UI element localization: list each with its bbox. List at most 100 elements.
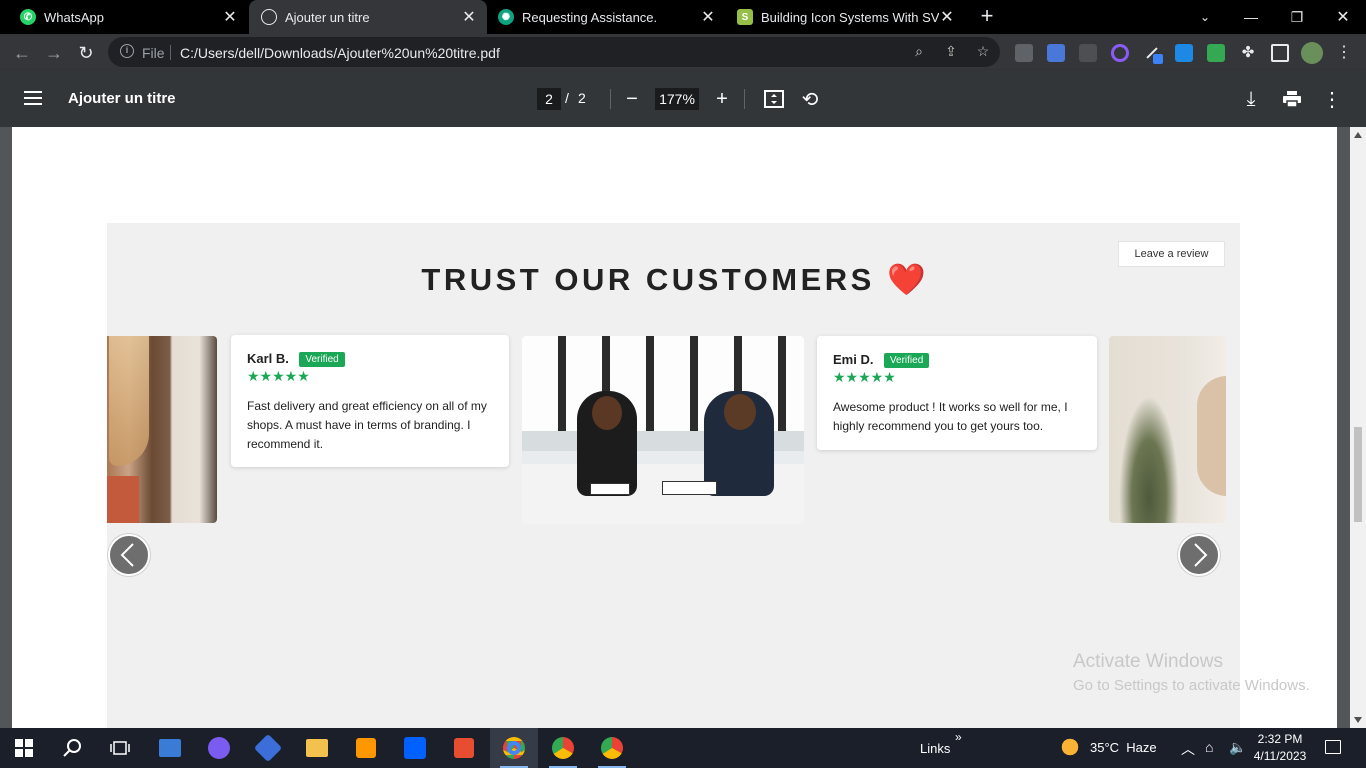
scrollbar-thumb[interactable] [1354,427,1362,522]
pdf-viewport[interactable]: Leave a review TRUST OUR CUSTOMERS ❤️ Ka… [0,127,1350,728]
review-text: Awesome product ! It works so well for m… [833,400,1068,433]
shopify-icon: S [737,9,753,25]
whatsapp-icon: ✆ [20,9,36,25]
puzzle-icon[interactable]: ✤ [1239,44,1257,62]
vertical-scrollbar[interactable] [1350,127,1366,728]
restore-button[interactable]: ❐ [1274,0,1320,34]
dropbox-icon[interactable] [391,728,439,768]
chatgpt-icon: ✺ [498,9,514,25]
google-translate-icon[interactable] [1047,44,1065,62]
weather-text[interactable]: 35°C Haze [1090,740,1157,755]
review-text: Fast delivery and great efficiency on al… [247,399,487,451]
close-tab-icon[interactable]: ✕ [461,7,477,27]
verified-badge: Verified [883,353,930,368]
reload-icon[interactable]: ↻ [73,40,99,66]
print-icon[interactable] [1280,87,1304,111]
tab-ajouter[interactable]: Ajouter un titre ✕ [249,0,487,34]
share-icon[interactable]: ⇪ [943,43,959,59]
watermark-title: Activate Windows [1073,651,1223,672]
power-automate-icon[interactable] [244,728,292,768]
verified-badge: Verified [299,352,345,367]
app-window-icon[interactable] [146,728,194,768]
close-tab-icon[interactable]: ✕ [222,7,238,27]
chevron-right-icon[interactable]: » [955,730,962,744]
heart-emoji: ❤️ [886,262,926,297]
rating-stars: ★★★★★ [833,369,896,385]
network-icon[interactable]: ⌂ [1205,739,1213,755]
bookmark-star-icon[interactable]: ☆ [975,43,991,59]
testimonials-section: Leave a review TRUST OUR CUSTOMERS ❤️ Ka… [107,223,1240,728]
extension-tb-icon[interactable] [1015,44,1033,62]
review-card: Emi D. Verified ★★★★★ Awesome product ! … [817,336,1097,450]
chevron-up-icon[interactable]: ︿ [1181,739,1195,759]
pdf-page: Leave a review TRUST OUR CUSTOMERS ❤️ Ka… [12,127,1337,728]
forward-arrow-icon[interactable]: → [41,40,67,66]
tab-search-chevron-icon[interactable]: ⌄ [1182,0,1228,34]
notifications-icon[interactable] [1325,740,1341,754]
close-tab-icon[interactable]: ✕ [939,7,955,27]
side-panel-icon[interactable] [1271,44,1289,62]
zoom-icon[interactable]: ⌕ [911,43,927,59]
avatar[interactable] [1301,42,1323,64]
page-separator: / [565,90,569,106]
minimize-button[interactable]: — [1228,0,1274,34]
carousel-prev-button[interactable] [108,534,150,576]
tab-strip: ✆ WhatsApp ✕ Ajouter un titre ✕ ✺ Reques… [0,0,1366,34]
hamburger-menu-icon[interactable] [24,91,42,109]
address-url[interactable]: C:/Users/dell/Downloads/Ajouter%20un%20t… [180,45,500,61]
tab-title: Building Icon Systems With SVG [761,9,939,25]
zoom-in-icon[interactable]: + [710,87,734,111]
zoom-input[interactable]: 177% [655,88,699,110]
clock-time[interactable]: 2:32 PM [1255,732,1305,746]
chevron-left-icon [120,543,134,567]
reviewer-name: Karl B. [247,351,289,366]
download-extension-icon[interactable] [1175,44,1193,62]
chrome-icon[interactable] [490,728,538,768]
info-icon[interactable]: i [120,44,134,58]
windows-start-icon[interactable] [0,728,48,768]
search-extension-icon[interactable] [1207,44,1225,62]
windows-taskbar: Links » 35°C Haze ︿ ⌂ 🔈 2:32 PM 4/11/202… [0,728,1366,768]
new-tab-button[interactable]: + [977,5,997,27]
back-arrow-icon[interactable]: ← [9,40,35,66]
divider [744,89,745,109]
pdf-toolbar: Ajouter un titre 2 / 2 − 177% + ⟲ ⤓ ⋮ [0,71,1366,127]
chevron-right-icon [1194,543,1208,567]
tab-whatsapp[interactable]: ✆ WhatsApp ✕ [0,0,248,34]
chrome-profile-icon[interactable] [588,728,636,768]
task-view-icon[interactable] [96,728,144,768]
chrome-profile-icon[interactable] [539,728,587,768]
close-tab-icon[interactable]: ✕ [700,7,716,27]
watermark-subtitle: Go to Settings to activate Windows. [1073,677,1310,694]
tab-building-icons[interactable]: S Building Icon Systems With SVG ✕ [727,0,965,34]
pen-extension-icon[interactable] [1143,44,1163,64]
clock-date[interactable]: 4/11/2023 [1252,749,1308,763]
file-explorer-icon[interactable] [293,728,341,768]
download-icon[interactable]: ⤓ [1239,87,1263,111]
carousel-next-button[interactable] [1178,534,1220,576]
fit-page-icon[interactable] [762,87,786,111]
document-title: Ajouter un titre [68,90,176,107]
more-options-icon[interactable]: ⋮ [1320,87,1344,111]
globe-icon [261,9,277,25]
rotate-icon[interactable]: ⟲ [798,87,822,111]
color-picker-icon[interactable] [1111,44,1129,62]
scroll-down-arrow-icon[interactable] [1354,717,1362,723]
address-bar[interactable]: i File C:/Users/dell/Downloads/Ajouter%2… [108,37,1000,67]
page-total: 2 [578,90,586,106]
zoom-out-icon[interactable]: − [620,87,644,111]
tab-requesting[interactable]: ✺ Requesting Assistance. ✕ [488,0,726,34]
robot-extension-icon[interactable] [1079,44,1097,62]
weather-icon[interactable] [1059,737,1081,757]
address-scheme: File [142,45,165,61]
close-window-button[interactable]: ✕ [1320,0,1366,34]
kebab-menu-icon[interactable]: ⋮ [1335,44,1353,62]
scroll-up-arrow-icon[interactable] [1354,132,1362,138]
github-icon[interactable] [195,728,243,768]
git-icon[interactable] [440,728,488,768]
links-toolbar-label[interactable]: Links [920,741,950,756]
page-number-input[interactable]: 2 [537,88,561,110]
search-icon[interactable] [48,728,96,768]
volume-icon[interactable]: 🔈 [1229,739,1246,756]
sublime-text-icon[interactable] [342,728,390,768]
